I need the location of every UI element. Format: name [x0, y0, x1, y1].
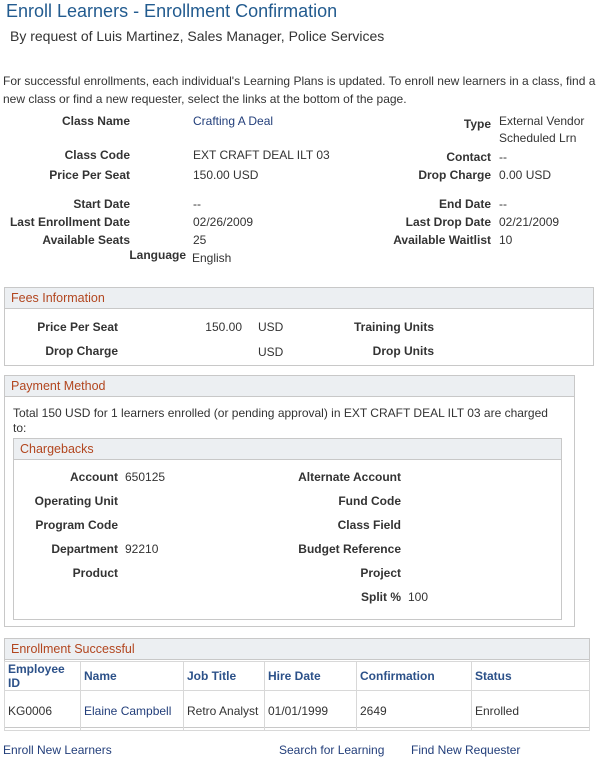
column-header-job-title[interactable]: Job Title	[183, 661, 265, 691]
last-drop-date-value: 02/21/2009	[499, 215, 560, 229]
type-value-line2: Scheduled Lrn	[499, 131, 577, 145]
fees-price-currency: USD	[258, 320, 284, 334]
cell-employee-id: KG0006	[4, 690, 81, 731]
enroll-new-learners-link[interactable]: Enroll New Learners	[3, 743, 112, 757]
page-subtitle: By request of Luis Martinez, Sales Manag…	[10, 28, 385, 44]
payment-method-header: Payment Method	[5, 376, 574, 397]
table-row: KG0006 Elaine Campbell Retro Analyst 01/…	[4, 690, 590, 731]
learner-name-link[interactable]: Elaine Campbell	[80, 690, 184, 731]
split-percent-label: Split %	[360, 590, 401, 604]
start-date-label: Start Date	[73, 197, 130, 211]
fees-price-per-seat-label: Price Per Seat	[37, 320, 118, 334]
class-field-label: Class Field	[337, 518, 401, 532]
price-per-seat-label: Price Per Seat	[49, 168, 130, 182]
product-label: Product	[72, 566, 118, 580]
account-value: 650125	[125, 470, 166, 484]
operating-unit-label: Operating Unit	[34, 494, 118, 508]
start-date-value: --	[193, 197, 201, 211]
class-code-label: Class Code	[64, 148, 130, 162]
column-header-name[interactable]: Name	[80, 661, 184, 691]
fees-drop-currency: USD	[258, 345, 284, 359]
last-enrollment-date-value: 02/26/2009	[193, 215, 254, 229]
page-title: Enroll Learners - Enrollment Confirmatio…	[6, 1, 338, 21]
end-date-label: End Date	[438, 197, 491, 211]
drop-charge-label: Drop Charge	[418, 168, 491, 182]
type-label: Type	[463, 117, 491, 131]
last-drop-date-label: Last Drop Date	[405, 215, 491, 229]
cell-confirmation: 2649	[356, 690, 472, 731]
department-value: 92210	[125, 542, 159, 556]
column-header-hire-date[interactable]: Hire Date	[264, 661, 357, 691]
class-code-value: EXT CRAFT DEAL ILT 03	[193, 148, 330, 162]
column-header-status[interactable]: Status	[471, 661, 590, 691]
fees-drop-charge-label: Drop Charge	[45, 344, 118, 358]
enrollment-table: Employee ID Name Job Title Hire Date Con…	[4, 661, 590, 731]
cell-job-title: Retro Analyst	[183, 690, 265, 731]
cell-status: Enrolled	[471, 690, 590, 731]
drop-units-label: Drop Units	[372, 344, 434, 358]
intro-text: For successful enrollments, each individ…	[3, 74, 596, 106]
fees-information-header: Fees Information	[5, 288, 593, 309]
type-value-line1: External Vendor	[499, 114, 585, 128]
available-waitlist-label: Available Waitlist	[393, 233, 491, 247]
language-label: Language	[129, 248, 186, 262]
find-new-requester-link[interactable]: Find New Requester	[411, 743, 520, 757]
class-name-link[interactable]: Crafting A Deal	[193, 114, 273, 128]
project-label: Project	[360, 566, 401, 580]
available-waitlist-value: 10	[499, 233, 513, 247]
budget-reference-label: Budget Reference	[298, 542, 401, 556]
drop-charge-value: 0.00 USD	[499, 168, 552, 182]
split-percent-value: 100	[408, 590, 429, 604]
alternate-account-label: Alternate Account	[298, 470, 401, 484]
department-label: Department	[51, 542, 118, 556]
fees-price-per-seat-value: 150.00	[205, 320, 242, 334]
cell-hire-date: 01/01/1999	[264, 690, 357, 731]
last-enrollment-date-label: Last Enrollment Date	[9, 215, 130, 229]
column-header-employee-id[interactable]: Employee ID	[4, 661, 81, 691]
chargebacks-header: Chargebacks	[14, 439, 561, 460]
payment-method-text: Total 150 USD for 1 learners enrolled (o…	[13, 406, 548, 435]
table-header-row: Employee ID Name Job Title Hire Date Con…	[4, 661, 590, 691]
program-code-label: Program Code	[35, 518, 118, 532]
search-for-learning-link[interactable]: Search for Learning	[279, 743, 384, 757]
available-seats-value: 25	[193, 233, 207, 247]
available-seats-label: Available Seats	[42, 233, 130, 247]
account-label: Account	[70, 470, 118, 484]
training-units-label: Training Units	[353, 320, 434, 334]
price-per-seat-value: 150.00 USD	[193, 168, 259, 182]
end-date-value: --	[499, 197, 507, 211]
fund-code-label: Fund Code	[338, 494, 401, 508]
class-name-label: Class Name	[61, 114, 130, 128]
enrollment-successful-header: Enrollment Successful	[5, 639, 589, 660]
contact-label: Contact	[446, 150, 491, 164]
language-value: English	[192, 251, 232, 265]
contact-value: --	[499, 150, 507, 164]
column-header-confirmation[interactable]: Confirmation	[356, 661, 472, 691]
